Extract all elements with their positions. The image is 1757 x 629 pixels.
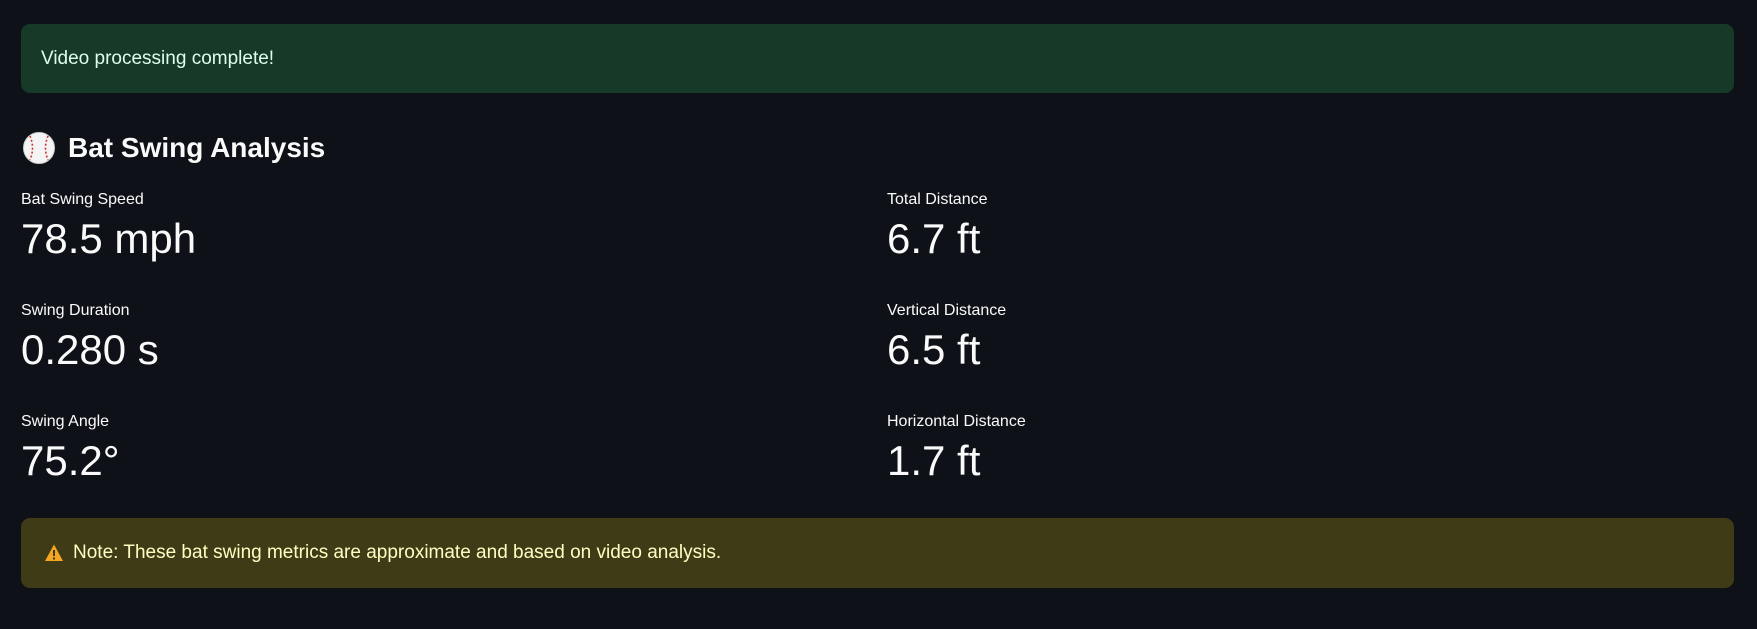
- warning-alert-message: Note: These bat swing metrics are approx…: [73, 542, 722, 563]
- metric-label: Vertical Distance: [887, 302, 1007, 319]
- metric-value: 6.7 ft: [887, 215, 981, 262]
- metric-value: 1.7 ft: [887, 437, 981, 484]
- warning-alert: Note: These bat swing metrics are approx…: [21, 518, 1734, 588]
- warning-icon: [45, 544, 63, 561]
- metric-vertical-distance: Vertical Distance 6.5 ft: [887, 300, 1006, 376]
- app-page: Video processing complete! Bat Swing Ana…: [0, 0, 1757, 629]
- metric-swing-duration: Swing Duration 0.280 s: [21, 300, 159, 376]
- metric-label: Horizontal Distance: [887, 413, 1026, 430]
- metric-bat-swing-speed: Bat Swing Speed 78.5 mph: [21, 189, 196, 265]
- metric-value: 0.280 s: [21, 326, 159, 373]
- metric-label: Swing Angle: [21, 413, 110, 430]
- success-alert-message: Video processing complete!: [41, 47, 275, 69]
- page-title: Bat Swing Analysis: [68, 132, 326, 163]
- metric-value: 6.5 ft: [887, 326, 981, 373]
- metric-value: 78.5 mph: [21, 215, 197, 262]
- metric-value: 75.2°: [21, 437, 120, 484]
- success-alert: Video processing complete!: [21, 24, 1734, 93]
- section-heading: Bat Swing Analysis: [22, 128, 325, 168]
- metric-label: Bat Swing Speed: [21, 191, 144, 208]
- metric-label: Swing Duration: [21, 302, 130, 319]
- metric-total-distance: Total Distance 6.7 ft: [887, 189, 988, 265]
- metric-swing-angle: Swing Angle 75.2°: [21, 411, 120, 487]
- baseball-icon: [23, 132, 55, 164]
- metric-horizontal-distance: Horizontal Distance 1.7 ft: [887, 411, 1026, 487]
- metric-label: Total Distance: [887, 191, 988, 208]
